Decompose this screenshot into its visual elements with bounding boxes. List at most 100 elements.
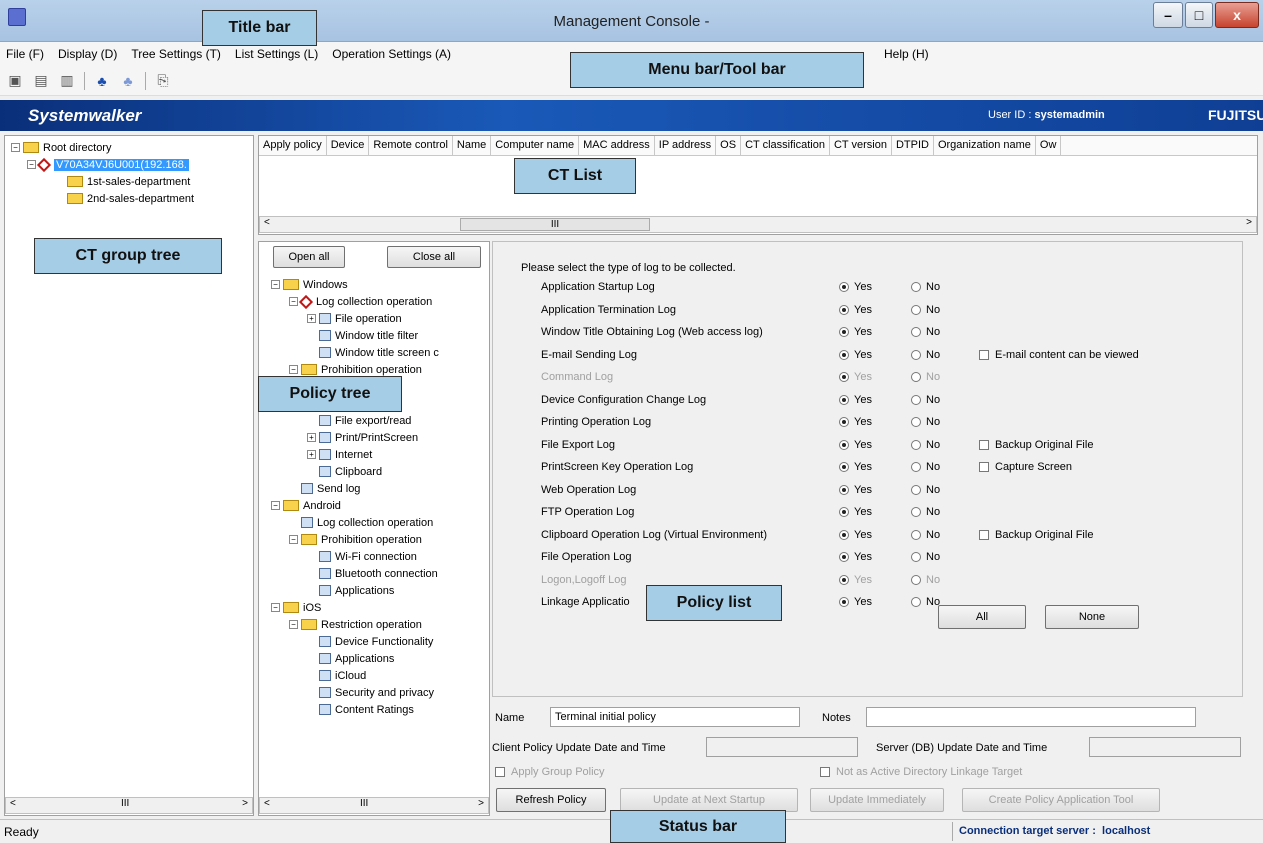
- policy-tree-node[interactable]: Window title filter: [307, 327, 489, 344]
- col-apply-policy[interactable]: Apply policy: [259, 136, 327, 155]
- policy-tree-node[interactable]: Applications: [307, 650, 489, 667]
- radio-yes[interactable]: Yes: [839, 439, 872, 451]
- radio-no[interactable]: No: [911, 461, 940, 473]
- policy-tree-node[interactable]: − Restriction operation: [289, 616, 489, 633]
- scroll-right-icon[interactable]: >: [242, 798, 248, 809]
- checkbox-box[interactable]: [979, 439, 989, 450]
- radio-no[interactable]: No: [911, 506, 940, 518]
- scroll-left-icon[interactable]: <: [10, 798, 16, 809]
- scroll-thumb[interactable]: III: [460, 218, 650, 231]
- apply-group-policy-checkbox[interactable]: Apply Group Policy: [495, 766, 605, 778]
- radio-button[interactable]: [839, 462, 849, 472]
- col-mac-address[interactable]: MAC address: [579, 136, 655, 155]
- none-button[interactable]: None: [1045, 605, 1139, 629]
- radio-button[interactable]: [839, 552, 849, 562]
- policy-tree-node[interactable]: − Windows: [271, 276, 489, 293]
- policy-name-field[interactable]: Terminal initial policy: [550, 707, 800, 727]
- col-device[interactable]: Device: [327, 136, 370, 155]
- radio-button[interactable]: [911, 529, 921, 540]
- console-icon[interactable]: ▣: [6, 72, 24, 90]
- col-dtpid[interactable]: DTPID: [892, 136, 934, 155]
- scroll-thumb[interactable]: III: [121, 798, 129, 809]
- radio-button[interactable]: [911, 484, 921, 495]
- refresh-policy-button[interactable]: Refresh Policy: [496, 788, 606, 812]
- tree-group[interactable]: 2nd-sales-department: [67, 190, 253, 207]
- policy-tree-node[interactable]: Content Ratings: [307, 701, 489, 718]
- radio-button[interactable]: [839, 529, 849, 540]
- radio-button[interactable]: [911, 574, 921, 585]
- radio-button[interactable]: [839, 597, 849, 607]
- radio-button[interactable]: [911, 439, 921, 450]
- col-organization-name[interactable]: Organization name: [934, 136, 1036, 155]
- collapse-icon[interactable]: −: [27, 160, 36, 169]
- radio-button[interactable]: [839, 349, 849, 360]
- radio-yes[interactable]: Yes: [839, 304, 872, 316]
- expand-icon[interactable]: +: [307, 433, 316, 442]
- collapse-icon[interactable]: −: [289, 535, 298, 544]
- radio-button[interactable]: [911, 394, 921, 405]
- open-all-button[interactable]: Open all: [273, 246, 345, 268]
- col-ct-classification[interactable]: CT classification: [741, 136, 830, 155]
- policy-tree-node[interactable]: − iOS: [271, 599, 489, 616]
- radio-button[interactable]: [839, 304, 849, 315]
- collapse-icon[interactable]: −: [11, 143, 20, 152]
- radio-button[interactable]: [911, 507, 921, 517]
- ct-list-scrollbar[interactable]: < III >: [259, 216, 1257, 233]
- radio-button[interactable]: [839, 507, 849, 517]
- menu-help[interactable]: Help (H): [884, 47, 929, 61]
- radio-button[interactable]: [911, 327, 921, 337]
- radio-button[interactable]: [911, 372, 921, 382]
- ct-tree-scrollbar[interactable]: < III >: [5, 797, 253, 814]
- radio-yes[interactable]: Yes: [839, 596, 872, 608]
- radio-yes[interactable]: Yes: [839, 281, 872, 293]
- col-ct-version[interactable]: CT version: [830, 136, 892, 155]
- radio-button[interactable]: [839, 417, 849, 427]
- radio-button[interactable]: [839, 394, 849, 405]
- col-owner[interactable]: Ow: [1036, 136, 1062, 155]
- update-immediately-button[interactable]: Update Immediately: [810, 788, 944, 812]
- radio-yes[interactable]: Yes: [839, 484, 872, 496]
- radio-yes[interactable]: Yes: [839, 551, 872, 563]
- tree-server[interactable]: − V70A34VJ6U001(192.168.: [27, 156, 253, 173]
- all-button[interactable]: All: [938, 605, 1026, 629]
- radio-no[interactable]: No: [911, 394, 940, 406]
- collapse-icon[interactable]: −: [271, 280, 280, 289]
- policy-tree-node[interactable]: Wi-Fi connection: [307, 548, 489, 565]
- radio-no[interactable]: No: [911, 529, 940, 541]
- tree-group[interactable]: 1st-sales-department: [67, 173, 253, 190]
- radio-no[interactable]: No: [911, 371, 940, 383]
- policy-tree-node[interactable]: + Internet: [307, 446, 489, 463]
- radio-no[interactable]: No: [911, 304, 940, 316]
- radio-button[interactable]: [911, 304, 921, 315]
- sitemap-icon[interactable]: ♣: [93, 72, 111, 90]
- policy-tree-node[interactable]: Clipboard: [307, 463, 489, 480]
- radio-button[interactable]: [839, 372, 849, 382]
- menu-tree-settings[interactable]: Tree Settings (T): [131, 47, 221, 61]
- close-all-button[interactable]: Close all: [387, 246, 481, 268]
- radio-yes[interactable]: Yes: [839, 574, 872, 586]
- radio-no[interactable]: No: [911, 551, 940, 563]
- policy-tree-node[interactable]: iCloud: [307, 667, 489, 684]
- collapse-icon[interactable]: −: [289, 620, 298, 629]
- policy-tree-scrollbar[interactable]: < III >: [259, 797, 489, 814]
- scroll-right-icon[interactable]: >: [1246, 217, 1252, 228]
- col-computer-name[interactable]: Computer name: [491, 136, 580, 155]
- create-policy-tool-button[interactable]: Create Policy Application Tool: [962, 788, 1160, 812]
- radio-yes[interactable]: Yes: [839, 394, 872, 406]
- policy-tree-node[interactable]: Device Functionality: [307, 633, 489, 650]
- radio-button[interactable]: [911, 462, 921, 472]
- radio-button[interactable]: [911, 349, 921, 360]
- radio-yes[interactable]: Yes: [839, 506, 872, 518]
- not-ad-linkage-checkbox[interactable]: Not as Active Directory Linkage Target: [820, 766, 1022, 778]
- radio-no[interactable]: No: [911, 326, 940, 338]
- export-icon[interactable]: ⎘: [154, 72, 172, 90]
- radio-no[interactable]: No: [911, 596, 940, 608]
- policy-tree-node[interactable]: Log collection operation: [289, 514, 489, 531]
- policy-tree-node[interactable]: + Print/PrintScreen: [307, 429, 489, 446]
- radio-yes[interactable]: Yes: [839, 326, 872, 338]
- update-next-startup-button[interactable]: Update at Next Startup: [620, 788, 798, 812]
- checkbox-box[interactable]: [979, 349, 989, 360]
- policy-tree-node[interactable]: File export/read: [307, 412, 489, 429]
- maximize-button[interactable]: □: [1185, 2, 1213, 28]
- collapse-icon[interactable]: −: [271, 501, 280, 510]
